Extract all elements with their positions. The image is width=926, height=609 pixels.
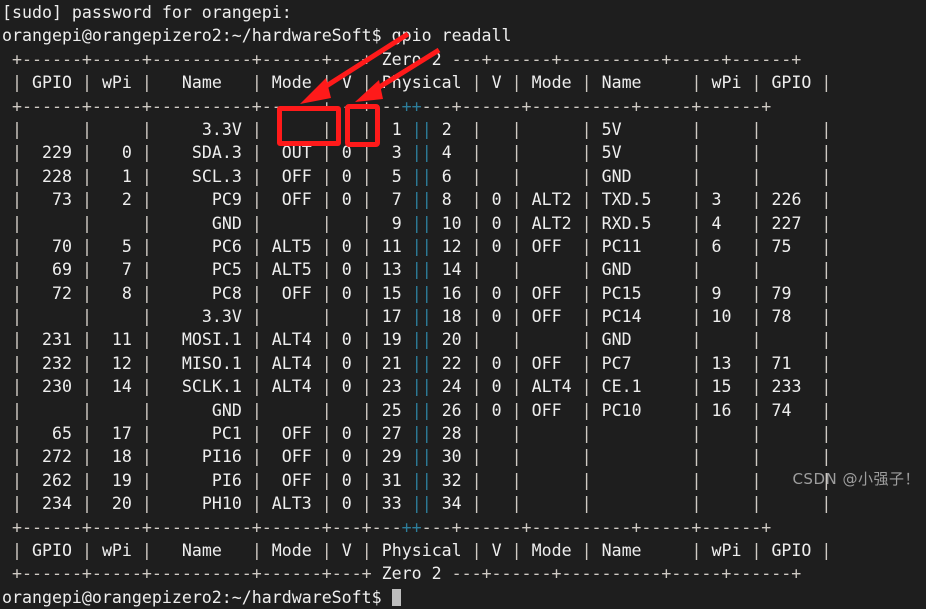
table-header-rule: +------+-----+----------+------+---+---+…	[12, 96, 772, 116]
terminal-window: [sudo] password for orangepi: orangepi@or…	[0, 0, 926, 607]
table-footer-header-row: | GPIO | wPi | Name | Mode | V | Physica…	[12, 540, 832, 560]
table-row: | 232 | 12 | MISO.1 | ALT4 | 0 | 21 || 2…	[12, 353, 832, 373]
table-row: | 228 | 1 | SCL.3 | OFF | 0 | 5 || 6 | |…	[12, 166, 832, 186]
terminal-output[interactable]: [sudo] password for orangepi: orangepi@or…	[0, 0, 926, 609]
table-row: | | | 3.3V | | | 17 || 18 | 0 | OFF | PC…	[12, 307, 832, 327]
table-row: | 73 | 2 | PC9 | OFF | 0 | 7 || 8 | 0 | …	[12, 190, 832, 210]
annotation-arrow-v	[355, 47, 441, 102]
csdn-watermark: CSDN @小强子！	[792, 470, 920, 488]
table-row: | 72 | 8 | PC8 | OFF | 0 | 15 || 16 | 0 …	[12, 283, 832, 303]
table-top-rule: +------+-----+----------+------+---+ Zer…	[12, 49, 802, 69]
terminal-cursor	[391, 588, 402, 606]
table-row: | 234 | 20 | PH10 | ALT3 | 0 | 33 || 34 …	[12, 494, 832, 514]
table-row: | 65 | 17 | PC1 | OFF | 0 | 27 || 28 | |…	[12, 424, 832, 444]
table-row: | 231 | 11 | MOSI.1 | ALT4 | 0 | 19 || 2…	[12, 330, 832, 350]
table-row: | 262 | 19 | PI6 | OFF | 0 | 31 || 32 | …	[12, 470, 832, 490]
sudo-prompt-line: [sudo] password for orangepi:	[2, 3, 292, 22]
table-row: | 230 | 14 | SCLK.1 | ALT4 | 0 | 23 || 2…	[12, 377, 832, 397]
final-prompt-line[interactable]: orangepi@orangepizero2:~/hardwareSoft$	[2, 586, 926, 609]
table-row: | | | GND | | | 25 || 26 | 0 | OFF | PC1…	[12, 400, 832, 420]
table-row: | 272 | 18 | PI16 | OFF | 0 | 29 || 30 |…	[12, 447, 832, 467]
table-row: | 70 | 5 | PC6 | ALT5 | 0 | 11 || 12 | 0…	[12, 236, 832, 256]
command-line: orangepi@orangepizero2:~/hardwareSoft$ g…	[2, 26, 512, 46]
table-row: | | | 3.3V | | | 1 || 2 | | | 5V | | |	[12, 119, 832, 139]
table-row: | 229 | 0 | SDA.3 | OUT | 0 | 3 || 4 | |…	[12, 143, 832, 163]
table-footer-rule: +------+-----+----------+------+---+---+…	[12, 517, 772, 537]
table-bottom-rule: +------+-----+----------+------+---+ Zer…	[12, 564, 802, 584]
table-row: | 69 | 7 | PC5 | ALT5 | 0 | 13 || 14 | |…	[12, 260, 832, 280]
table-row: | | | GND | | | 9 || 10 | 0 | ALT2 | RXD…	[12, 213, 832, 233]
table-header-row: | GPIO | wPi | Name | Mode | V | Physica…	[12, 73, 832, 93]
